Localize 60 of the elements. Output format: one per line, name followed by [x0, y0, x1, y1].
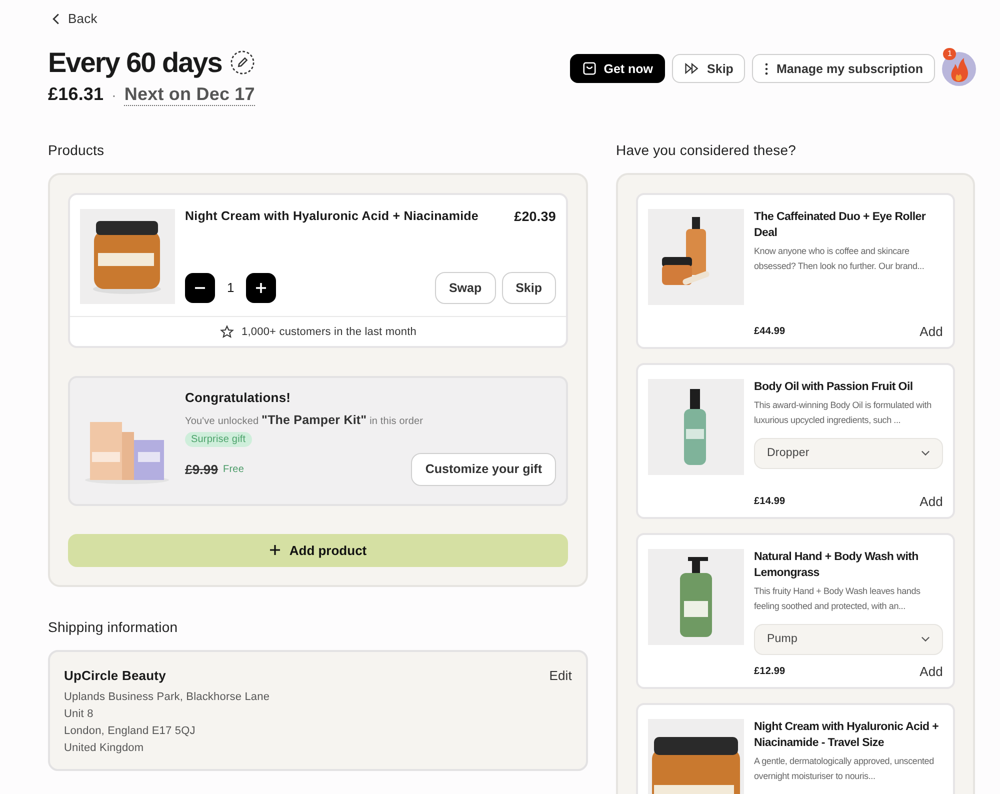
quantity: 1 [227, 280, 234, 295]
swap-button[interactable]: Swap [434, 272, 496, 304]
section-heading: Shipping information [48, 618, 179, 634]
back-link[interactable]: Back [48, 8, 98, 29]
add-link[interactable]: Add [920, 324, 943, 338]
notification-badge: 1 [943, 48, 956, 60]
section-heading: Products [48, 142, 106, 158]
product-price: £20.39 [514, 208, 556, 224]
product-price: £14.99 [754, 496, 786, 506]
more-icon [764, 62, 770, 76]
social-proof-text: 1,000+ customers in the last month [242, 326, 416, 338]
product-name: The Caffeinated Duo + Eye Roller Deal [754, 210, 927, 240]
product-description: This fruity Hand + Body Wash leaves hands feeling soothed and protected, with an... [754, 584, 922, 613]
increase-button[interactable] [246, 272, 276, 302]
product-description: Know anyone who is coffee and skincare obsessed? Then look no further. Our brand... [754, 244, 926, 272]
variant-select[interactable]: Pump [754, 624, 943, 654]
avatar[interactable] [942, 52, 976, 86]
separator: · [112, 86, 116, 102]
customize-gift-button[interactable]: Customize your gift [411, 452, 556, 486]
gift-price: Free [223, 464, 244, 474]
address-line: Unit 8 [64, 706, 94, 722]
chevron-down-icon [921, 636, 930, 642]
product-description: This award-winning Body Oil is formulated with luxurious upcycled ingredients, such ... [754, 398, 932, 427]
skip-button[interactable]: Skip [502, 272, 556, 304]
product-name: Night Cream with Hyaluronic Acid + Niacinamide - Travel Size [754, 720, 940, 750]
get-now-button[interactable]: Get now [570, 54, 666, 83]
star-icon [220, 324, 234, 338]
next-date-link[interactable]: Next on Dec 17 [124, 84, 255, 106]
fast-forward-icon [684, 62, 700, 75]
section-heading: Have you considered these? [616, 142, 798, 158]
plus-icon [269, 544, 282, 556]
address-line: United Kingdom [64, 740, 145, 756]
add-link[interactable]: Add [920, 664, 943, 678]
gift-title: Congratulations! [185, 390, 291, 404]
plus-icon [255, 282, 268, 294]
decrease-button[interactable] [185, 272, 215, 302]
add-product-button[interactable]: Add product [68, 534, 568, 566]
manage-button[interactable]: Manage my subscription [752, 54, 935, 83]
gift-tag: Surprise gift [185, 432, 252, 446]
page-title: Every 60 days [48, 46, 222, 80]
variant-select[interactable]: Dropper [754, 438, 943, 468]
edit-link[interactable]: Edit [549, 668, 572, 682]
product-name: Body Oil with Passion Fruit Oil [754, 380, 914, 394]
product-price: £44.99 [754, 326, 786, 336]
old-price: £9.99 [185, 462, 218, 476]
chevron-down-icon [921, 450, 930, 456]
subscription-price: £16.31 [48, 84, 104, 105]
edit-icon[interactable] [230, 50, 255, 75]
add-link[interactable]: Add [920, 494, 943, 508]
address-line: London, England E17 5QJ [64, 724, 196, 738]
product-price: £12.99 [754, 666, 786, 676]
bag-icon [582, 61, 597, 76]
gift-message: You've unlocked "The Pamper Kit" in this order [185, 412, 424, 426]
product-name: Natural Hand + Body Wash with Lemongrass [754, 550, 920, 580]
address-line: Uplands Business Park, Blackhorse Lane [64, 690, 271, 704]
skip-button[interactable]: Skip [672, 54, 746, 83]
recipient-name: UpCircle Beauty [64, 668, 166, 682]
product-name: Night Cream with Hyaluronic Acid + Niacinamide [185, 208, 478, 224]
product-description: A gentle, dermatologically approved, unscented overnight moisturiser to nouris... [754, 754, 935, 783]
chevron-left-icon [52, 12, 60, 24]
